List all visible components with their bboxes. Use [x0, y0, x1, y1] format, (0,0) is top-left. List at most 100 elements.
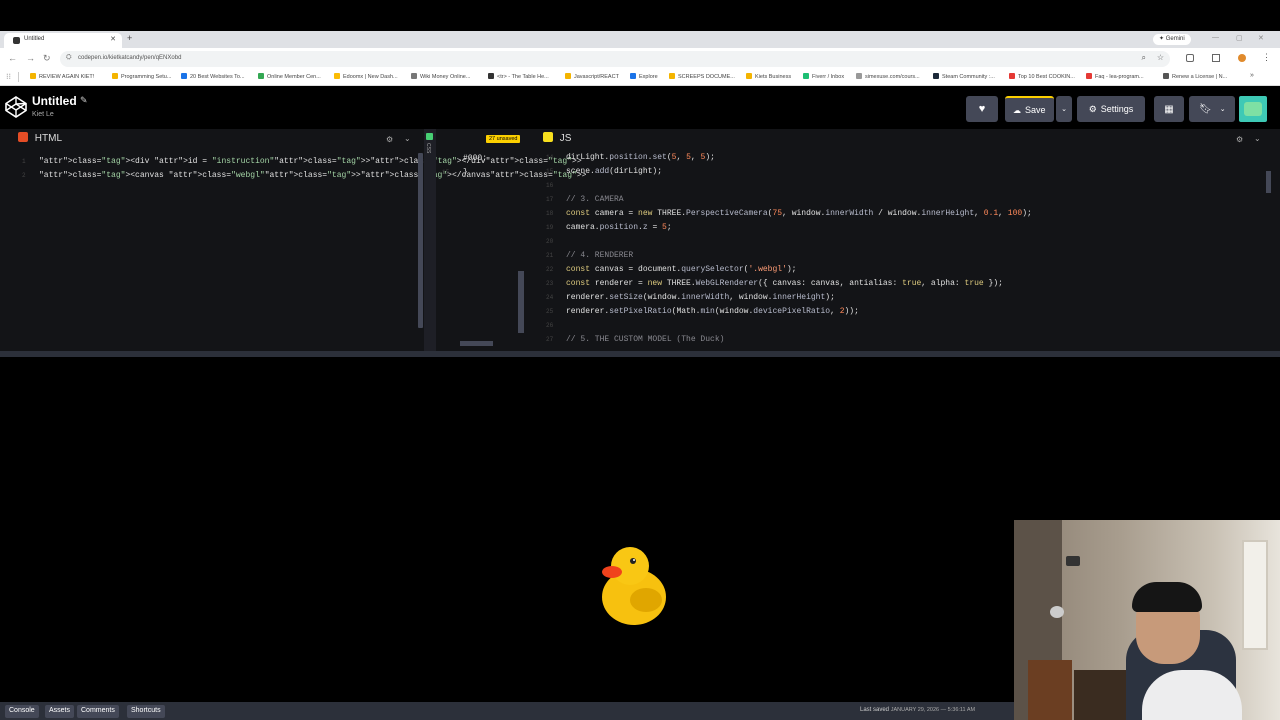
bookmark-label: Programming Setu...	[121, 74, 172, 80]
edit-title-icon[interactable]: ✎	[80, 95, 88, 106]
html-settings-gear-icon[interactable]: ⚙	[386, 135, 393, 144]
css-horizontal-scrollbar[interactable]	[460, 341, 493, 346]
gemini-button[interactable]: ✦ Gemini	[1153, 34, 1191, 45]
code-line: const renderer = new THREE.WebGLRenderer…	[566, 279, 1003, 288]
zoom-icon[interactable]: ⌕	[1142, 53, 1146, 63]
css-scrollbar[interactable]	[518, 271, 524, 333]
js-pane-header: JS	[543, 132, 571, 150]
code-line: "attr">class="tag"><div "attr">id = "ins…	[39, 157, 582, 166]
layout-grid-icon: ▦	[1164, 103, 1174, 115]
editor-area: HTML ⚙ ⌄ 1 "attr">class="tag"><div "attr"…	[0, 129, 1280, 351]
save-options-button[interactable]: ⌄	[1056, 96, 1072, 122]
line-number: 1	[22, 158, 26, 165]
profile-avatar-icon[interactable]	[1238, 54, 1246, 62]
js-collapse-chevron-icon[interactable]: ⌄	[1254, 134, 1261, 143]
bookmark-item[interactable]: Wiki Money Online...	[411, 73, 470, 80]
new-tab-button[interactable]: +	[127, 33, 132, 43]
extensions-icon[interactable]	[1186, 54, 1194, 62]
pen-title[interactable]: Untitled	[32, 94, 77, 108]
code-line: dirLight.position.set(5, 5, 5);	[566, 153, 715, 162]
js-settings-gear-icon[interactable]: ⚙	[1236, 135, 1243, 144]
apps-grid-icon[interactable]: ⁝⁝	[6, 72, 11, 81]
like-button[interactable]: ♥	[966, 96, 998, 122]
html-pane-header: HTML	[18, 132, 62, 150]
save-button-label: Save	[1025, 105, 1046, 115]
settings-button-label: Settings	[1100, 104, 1134, 114]
bookmark-favicon-icon	[669, 73, 675, 79]
more-bookmarks-icon[interactable]: »	[1250, 72, 1254, 79]
forward-icon[interactable]: →	[26, 53, 35, 63]
line-number: 22	[546, 266, 554, 273]
css-icon	[426, 133, 433, 140]
assets-button[interactable]: Assets	[45, 705, 75, 718]
shortcuts-button[interactable]: Shortcuts	[127, 705, 165, 718]
bookmark-label: SCREEPS DOCUME...	[678, 74, 735, 80]
html-scrollbar[interactable]	[418, 153, 423, 328]
last-saved-label: Last saved	[860, 707, 890, 713]
window-close-icon[interactable]: ✕	[1258, 34, 1264, 42]
js-scrollbar[interactable]	[1266, 171, 1271, 193]
url-text: codepen.io/kietkatcandy/pen/qENXobd	[78, 55, 182, 61]
bookmark-item[interactable]: Kiets Business	[746, 73, 791, 80]
css-pane-collapsed[interactable]: CSS	[424, 129, 436, 351]
bookmark-item[interactable]: Online Member Cen...	[258, 73, 321, 80]
address-bar[interactable]: ⛭ codepen.io/kietkatcandy/pen/qENXobd ⌕ …	[60, 51, 1170, 67]
comments-button[interactable]: Comments	[77, 705, 119, 718]
codepen-header: Untitled ✎ Kiet Le ♥ ☁ Save ⌄ ⚙ Settings…	[0, 88, 1280, 129]
bookmark-item[interactable]: <tr> - The Table He...	[488, 73, 549, 80]
line-number: 2	[22, 172, 26, 179]
unsaved-badge: 27 unsaved	[486, 135, 521, 143]
side-panel-icon[interactable]	[1212, 54, 1220, 62]
browser-menu-icon[interactable]: ⋮	[1262, 52, 1271, 63]
settings-button[interactable]: ⚙ Settings	[1077, 96, 1145, 122]
code-line: // 5. THE CUSTOM MODEL (The Duck)	[566, 335, 725, 344]
line-number: 18	[546, 210, 554, 217]
maximize-icon[interactable]: ▢	[1236, 34, 1243, 42]
save-button[interactable]: ☁ Save	[1005, 96, 1054, 122]
last-saved-time: JANUARY 29, 2026 — 5:36:11 AM	[890, 707, 976, 713]
bookmark-item[interactable]: Javascript/REACT	[565, 73, 619, 80]
bookmark-favicon-icon	[1009, 73, 1015, 79]
bookmark-item[interactable]: Steam Community :...	[933, 73, 995, 80]
bookmark-label: Online Member Cen...	[267, 74, 321, 80]
codepen-logo-icon[interactable]	[5, 96, 27, 118]
code-line: renderer.setPixelRatio(Math.min(window.d…	[566, 307, 859, 316]
reload-icon[interactable]: ↻	[43, 53, 51, 64]
bookmark-label: Renew a License | N...	[1172, 74, 1228, 80]
bookmark-item[interactable]: Fiverr / Inbox	[803, 73, 844, 80]
bookmark-label: 20 Best Websites To...	[190, 74, 245, 80]
bookmark-item[interactable]: Faq - lea-program...	[1086, 73, 1144, 80]
console-button[interactable]: Console	[5, 705, 39, 718]
bookmark-item[interactable]: simexuse.com/cours...	[856, 73, 920, 80]
cloud-icon: ☁	[1013, 105, 1021, 115]
bookmark-star-icon[interactable]: ☆	[1157, 53, 1164, 62]
bookmark-item[interactable]: REVIEW AGAIN KIET!	[30, 73, 94, 80]
bookmarks-button[interactable]: 🔖︎ ⌄	[1189, 96, 1235, 122]
line-number: 20	[546, 238, 554, 245]
minimize-icon[interactable]: —	[1212, 34, 1219, 41]
bookmark-item[interactable]: 20 Best Websites To...	[181, 73, 245, 80]
pen-author[interactable]: Kiet Le	[32, 111, 54, 118]
site-info-icon[interactable]: ⛭	[66, 54, 72, 62]
bookmark-label: Edoomx | New Dash...	[343, 74, 398, 80]
bookmark-item[interactable]: Renew a License | N...	[1163, 73, 1227, 80]
bookmark-favicon-icon	[630, 73, 636, 79]
back-icon[interactable]: ←	[8, 53, 17, 63]
bookmark-item[interactable]: Explore	[630, 73, 658, 80]
webcam-overlay	[1014, 520, 1280, 720]
browser-tab[interactable]: Untitled ✕	[4, 33, 122, 48]
bookmark-item[interactable]: SCREEPS DOCUME...	[669, 73, 735, 80]
browser-tab-strip: Untitled ✕ + ✦ Gemini — ▢ ✕	[0, 31, 1280, 48]
bookmarks-divider	[18, 72, 19, 82]
code-line: // 4. RENDERER	[566, 251, 634, 260]
bookmark-item[interactable]: Programming Setu...	[112, 73, 171, 80]
bookmark-item[interactable]: Edoomx | New Dash...	[334, 73, 398, 80]
tab-close-icon[interactable]: ✕	[110, 35, 116, 43]
bookmark-favicon-icon	[258, 73, 264, 79]
html-collapse-chevron-icon[interactable]: ⌄	[404, 134, 411, 143]
user-avatar[interactable]	[1239, 96, 1267, 122]
bookmark-favicon-icon	[856, 73, 862, 79]
bookmark-item[interactable]: Top 10 Best COOKIN...	[1009, 73, 1075, 80]
change-view-button[interactable]: ▦	[1154, 96, 1184, 122]
code-line: const canvas = document.querySelector('.…	[566, 265, 797, 274]
